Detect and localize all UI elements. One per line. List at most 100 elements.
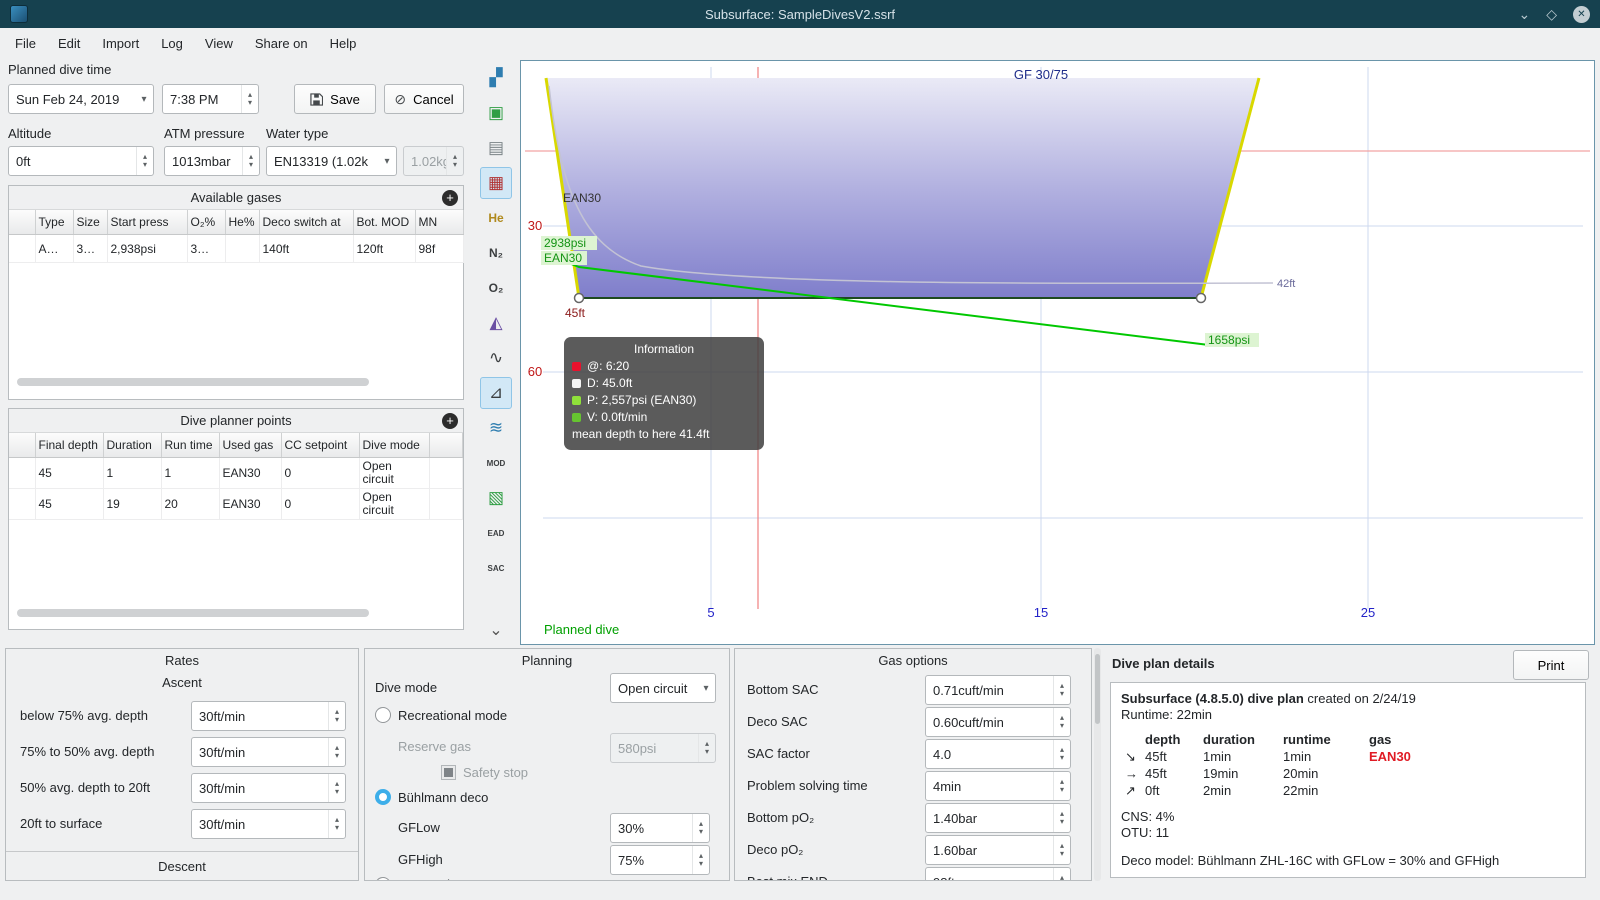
gases-header-start-press[interactable]: Start press (107, 210, 188, 235)
minimize-icon[interactable]: ⌄ (1518, 7, 1530, 21)
add-gas-button[interactable]: + (442, 190, 458, 206)
gas-size-cell[interactable]: 3… (73, 234, 108, 263)
points-header-depth[interactable]: Final depth (35, 433, 104, 458)
gas-o2-cell[interactable]: 3… (187, 234, 226, 263)
point-runtime-cell[interactable]: 1 (161, 457, 220, 489)
gas-option-value[interactable]: 4min (926, 779, 1053, 794)
ascent-rate-50-spinner[interactable]: 30ft/min (191, 737, 346, 767)
gas-mnd-cell[interactable]: 98f (415, 234, 464, 263)
gas-option-value[interactable]: 0.60cuft/min (926, 715, 1053, 730)
save-button[interactable]: Save (294, 84, 376, 114)
spinner-arrows[interactable] (1053, 708, 1070, 736)
problem-solving-time-spinner[interactable]: 4min (925, 771, 1071, 801)
cancel-button[interactable]: ⊘ Cancel (384, 84, 464, 114)
gas-type-cell[interactable]: A… (35, 234, 74, 263)
ascent-rate-75-spinner[interactable]: 30ft/min (191, 701, 346, 731)
maximize-icon[interactable]: ◇ (1546, 7, 1557, 21)
spinner-arrows[interactable] (328, 810, 345, 838)
point-mode-cell[interactable]: Open circuit (359, 457, 430, 489)
add-point-button[interactable]: + (442, 413, 458, 429)
water-type-combobox[interactable]: EN13319 (1.02k (266, 146, 397, 176)
dive-date-combobox[interactable]: Sun Feb 24, 2019 (8, 84, 154, 114)
gas-he-cell[interactable] (225, 234, 260, 263)
points-header-mode[interactable]: Dive mode (359, 433, 430, 458)
gflow-spinner[interactable]: 30% (610, 813, 710, 843)
ascent-rate-surface-spinner[interactable]: 30ft/min (191, 809, 346, 839)
dive-time-value[interactable]: 7:38 PM (163, 92, 241, 107)
gases-header-deco-switch[interactable]: Deco switch at (259, 210, 354, 235)
best-mix-end-spinner[interactable]: 98ft (925, 867, 1071, 881)
gases-header-size[interactable]: Size (73, 210, 108, 235)
dive-time-spinner[interactable]: 7:38 PM (162, 84, 259, 114)
point-gas-cell[interactable]: EAN30 (219, 457, 282, 489)
waypoint-handle[interactable] (573, 292, 585, 304)
gases-header-o2[interactable]: O₂% (187, 210, 226, 235)
spinner-arrows[interactable] (1053, 804, 1070, 832)
gfhigh-spinner[interactable]: 75% (610, 845, 710, 875)
gases-header-bot-mod[interactable]: Bot. MOD (353, 210, 416, 235)
chevron-down-icon[interactable] (697, 674, 715, 702)
point-duration-cell[interactable]: 19 (103, 488, 162, 520)
gas-option-value[interactable]: 98ft (926, 875, 1053, 881)
vpmb-deco-label[interactable]: VPM-B deco (398, 877, 471, 880)
point-gas-cell[interactable]: EAN30 (219, 488, 282, 520)
gases-header-he[interactable]: He% (225, 210, 260, 235)
deco-po2-spinner[interactable]: 1.60bar (925, 835, 1071, 865)
tissues-icon[interactable]: ≋ (480, 412, 512, 444)
delete-point-cell[interactable] (9, 488, 36, 520)
chevron-down-icon[interactable] (378, 147, 396, 175)
spinner-arrows[interactable] (1053, 740, 1070, 768)
planner-vscrollbar[interactable] (1094, 648, 1101, 881)
bottom-po2-spinner[interactable]: 1.40bar (925, 803, 1071, 833)
rate-value[interactable]: 30ft/min (192, 781, 328, 796)
pp-n2-icon[interactable]: N₂ (480, 237, 512, 269)
point-setpoint-cell[interactable]: 0 (281, 488, 360, 520)
sac-rate-icon[interactable]: SAC (480, 552, 512, 584)
altitude-spinner[interactable]: 0ft (8, 146, 154, 176)
menu-help[interactable]: Help (319, 31, 368, 56)
gfhigh-value[interactable]: 75% (611, 853, 692, 868)
ascent-rate-stops-spinner[interactable]: 30ft/min (191, 773, 346, 803)
photos-icon[interactable]: ▣ (480, 97, 512, 129)
deco-sac-spinner[interactable]: 0.60cuft/min (925, 707, 1071, 737)
pp-he-icon[interactable]: He (480, 202, 512, 234)
gases-header-type[interactable]: Type (35, 210, 74, 235)
ead-icon[interactable]: EAD (480, 517, 512, 549)
vpmb-deco-radio[interactable] (375, 877, 391, 880)
altitude-value[interactable]: 0ft (9, 154, 136, 169)
point-runtime-cell[interactable]: 20 (161, 488, 220, 520)
point-duration-cell[interactable]: 1 (103, 457, 162, 489)
spinner-arrows[interactable] (241, 85, 258, 113)
close-icon[interactable]: ✕ (1573, 5, 1590, 23)
bottom-sac-spinner[interactable]: 0.71cuft/min (925, 675, 1071, 705)
sac-factor-spinner[interactable]: 4.0 (925, 739, 1071, 769)
scroll-down-icon[interactable]: ⌄ (480, 614, 512, 646)
water-type-value[interactable]: EN13319 (1.02k (267, 154, 378, 169)
sac-color-icon[interactable]: ▧ (480, 482, 512, 514)
spinner-arrows[interactable] (692, 846, 709, 874)
scrollbar-thumb[interactable] (1095, 654, 1100, 724)
delete-gas-cell[interactable] (9, 234, 36, 263)
spinner-arrows[interactable] (328, 774, 345, 802)
dc-ceiling-icon[interactable]: ▦ (480, 167, 512, 199)
waypoint-handle[interactable] (1195, 292, 1207, 304)
points-header-delete[interactable] (9, 433, 36, 458)
gas-option-value[interactable]: 4.0 (926, 747, 1053, 762)
atm-pressure-value[interactable]: 1013mbar (165, 154, 242, 169)
mod-icon[interactable]: MOD (480, 447, 512, 479)
dive-mode-value[interactable]: Open circuit (611, 681, 697, 696)
chevron-down-icon[interactable] (135, 85, 153, 113)
recreational-mode-radio[interactable] (375, 707, 391, 723)
spinner-arrows[interactable] (328, 702, 345, 730)
point-setpoint-cell[interactable]: 0 (281, 457, 360, 489)
dive-profile-chart[interactable]: GF 30/75 EAN30 2938psi EAN30 45ft 42ft 1… (520, 60, 1595, 645)
spinner-arrows[interactable] (692, 814, 709, 842)
recreational-mode-label[interactable]: Recreational mode (398, 708, 507, 723)
spinner-arrows[interactable] (1053, 836, 1070, 864)
point-mode-cell[interactable]: Open circuit (359, 488, 430, 520)
safety-stop-checkbox[interactable] (441, 765, 456, 780)
gas-deco-switch-cell[interactable]: 140ft (259, 234, 354, 263)
gas-start-press-cell[interactable]: 2,938psi (107, 234, 188, 263)
gas-bot-mod-cell[interactable]: 120ft (353, 234, 416, 263)
atm-pressure-spinner[interactable]: 1013mbar (164, 146, 260, 176)
